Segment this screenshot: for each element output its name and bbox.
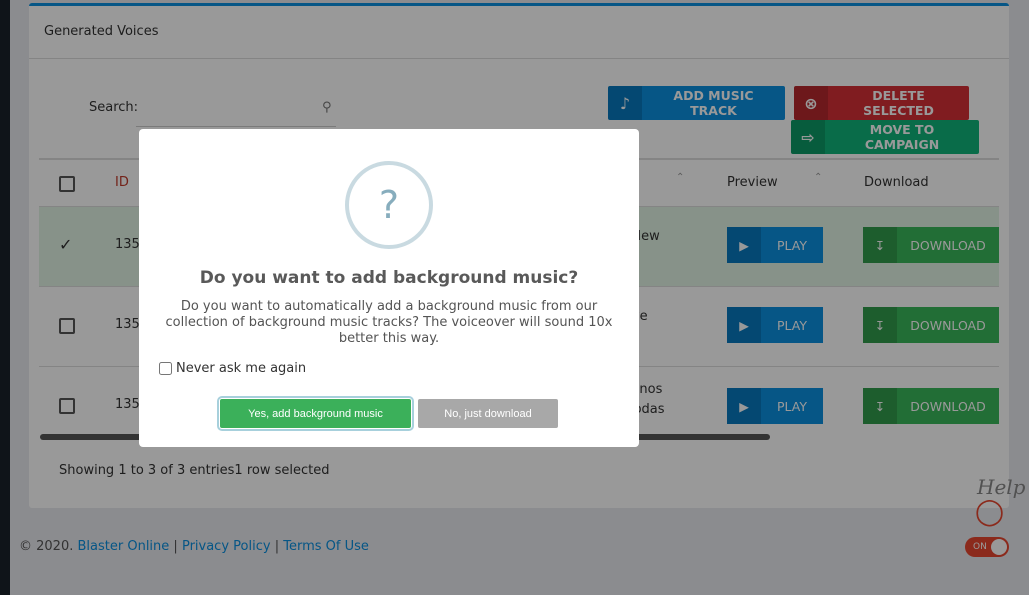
- yes-add-music-button[interactable]: Yes, add background music: [217, 396, 414, 431]
- never-ask-label: Never ask me again: [176, 361, 307, 376]
- background-music-dialog: ? Do you want to add background music? D…: [139, 129, 639, 447]
- question-icon: ?: [345, 161, 433, 249]
- no-just-download-button[interactable]: No, just download: [418, 399, 558, 428]
- dialog-title: Do you want to add background music?: [199, 268, 579, 288]
- never-ask-checkbox[interactable]: Never ask me again: [159, 361, 306, 376]
- dialog-text: Do you want to automatically add a backg…: [165, 299, 613, 346]
- checkbox[interactable]: [159, 362, 172, 375]
